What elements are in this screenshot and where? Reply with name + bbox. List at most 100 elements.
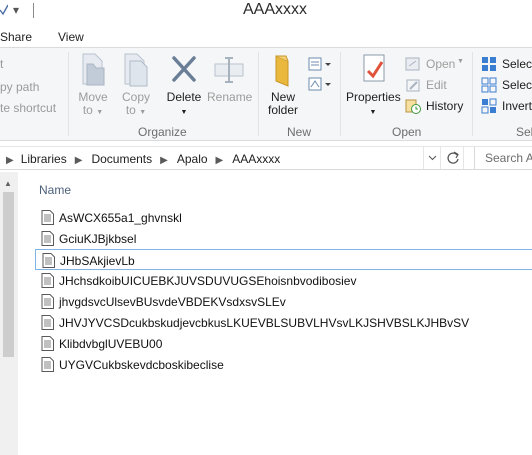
list-item-selected[interactable]: JHbSAkjievLb <box>35 249 532 270</box>
tab-share[interactable]: Share <box>0 30 32 44</box>
new-item-icon[interactable] <box>308 56 332 72</box>
select-all-label: Select <box>502 57 532 71</box>
properties-label: Properties <box>346 90 401 104</box>
select-all-icon <box>482 57 496 71</box>
scroll-up-arrow-icon[interactable]: ▲ <box>4 179 12 188</box>
group-separator <box>472 52 473 136</box>
properties-icon <box>363 54 385 82</box>
list-item[interactable]: JHchsdkoibUICUEBKJUVSDUVUGSEhoisnbvodibo… <box>35 270 532 291</box>
title-bar: ▾ AAAxxxx <box>0 0 532 25</box>
breadcrumb-arrow-icon[interactable]: ▶ <box>216 155 224 166</box>
delete-button[interactable]: Delete ▼ <box>164 52 204 119</box>
refresh-icon <box>447 151 459 164</box>
open-icon <box>405 57 420 71</box>
breadcrumb-libraries[interactable]: Libraries <box>21 152 67 166</box>
list-item[interactable]: UYGVCukbskevdcboskibeclise <box>35 354 532 375</box>
file-icon <box>41 210 54 225</box>
dropdown-caret-icon: ▼ <box>369 109 377 116</box>
new-group-label: New <box>287 125 312 139</box>
file-name: JHbSAkjievLb <box>60 254 135 268</box>
group-separator <box>68 52 69 136</box>
delete-label: Delete <box>166 90 202 104</box>
copy-to-label-2: to <box>125 103 136 117</box>
select-group-label: Sel <box>516 125 532 139</box>
edit-label: Edit <box>426 78 447 92</box>
rename-button[interactable]: Rename <box>207 52 253 104</box>
invert-selection-icon <box>481 98 497 114</box>
clipboard-item-paste-shortcut[interactable]: te shortcut <box>0 101 56 115</box>
move-to-button[interactable]: Move to ▼ <box>76 52 110 119</box>
file-icon <box>41 357 54 372</box>
select-none-icon <box>481 77 497 93</box>
invert-selection-label: Invert <box>502 99 532 113</box>
group-separator <box>340 52 341 136</box>
new-folder-button[interactable]: New folder <box>265 52 301 117</box>
list-item[interactable]: AsWCX655a1_ghvnskl <box>35 207 532 228</box>
column-header-name[interactable]: Name <box>39 183 71 197</box>
file-name: AsWCX655a1_ghvnskl <box>59 211 182 225</box>
history-label: History <box>426 99 464 113</box>
list-item[interactable]: KlibdvbglUVEBU00 <box>35 333 532 354</box>
list-item[interactable]: GciuKJBjkbsel <box>35 228 532 249</box>
edit-icon <box>406 79 420 92</box>
file-icon <box>41 273 54 288</box>
breadcrumb-apalo[interactable]: Apalo <box>177 152 208 166</box>
move-to-icon <box>82 53 105 86</box>
file-icon <box>42 253 55 268</box>
tab-view[interactable]: View <box>58 30 84 44</box>
title-separator <box>33 3 34 18</box>
group-separator <box>258 52 259 136</box>
dropdown-caret-icon: ▼ <box>139 109 147 116</box>
address-history-dropdown[interactable] <box>423 147 440 169</box>
chevron-down-icon <box>428 155 437 161</box>
clipboard-item-cut[interactable]: t <box>0 57 3 71</box>
file-name: GciuKJBjkbsel <box>59 232 137 246</box>
copy-to-button[interactable]: Copy to ▼ <box>119 52 153 119</box>
breadcrumb-arrow-icon[interactable]: ▶ <box>75 155 83 166</box>
scrollbar-thumb[interactable] <box>3 192 14 357</box>
easy-access-icon[interactable] <box>308 76 332 92</box>
ribbon-tabs: Share View <box>0 25 532 47</box>
history-icon <box>405 99 421 114</box>
search-input[interactable]: Search A <box>474 147 532 169</box>
delete-x-icon <box>172 56 196 82</box>
quick-access-pin-icon[interactable]: ▾ <box>13 4 19 16</box>
breadcrumb-current-folder[interactable]: AAAxxxx <box>232 152 280 166</box>
file-icon <box>41 294 54 309</box>
move-to-label-2: to <box>82 103 93 117</box>
breadcrumb[interactable]: ▶ Libraries ▶ Documents ▶ Apalo ▶ AAAxxxx <box>6 152 280 166</box>
dropdown-caret-icon: ▼ <box>96 109 104 116</box>
copy-to-icon <box>124 53 148 87</box>
clipboard-item-copy-path[interactable]: py path <box>0 80 39 94</box>
file-name: JHVJYVCSDcukbskudjevcbkusLKUEVBLSUBVLHVs… <box>59 316 470 330</box>
organize-group-label: Organize <box>138 125 187 139</box>
search-placeholder: Search A <box>485 151 532 165</box>
dropdown-caret-icon: ▼ <box>457 58 464 65</box>
vertical-scrollbar[interactable]: ▲ <box>0 172 18 455</box>
select-none-label: Select <box>502 78 532 92</box>
file-name: jhvgdsvcUlsevBUsvdeVBDEKVsdxsvSLEv <box>59 295 286 309</box>
rename-icon <box>214 57 244 83</box>
new-folder-icon <box>275 55 289 87</box>
window-title: AAAxxxx <box>243 1 308 18</box>
file-icon <box>41 336 54 351</box>
open-label: Open <box>426 57 456 71</box>
file-name: JHchsdkoibUICUEBKJUVSDUVUGSEhoisnbvodibo… <box>59 274 357 288</box>
checkbox-icon[interactable] <box>0 3 8 17</box>
open-group-label: Open <box>392 125 422 139</box>
dropdown-caret-icon: ▼ <box>180 109 188 116</box>
file-name: UYGVCukbskevdcboskibeclise <box>59 358 224 372</box>
breadcrumb-documents[interactable]: Documents <box>91 152 152 166</box>
list-item[interactable]: jhvgdsvcUlsevBUsvdeVBDEKVsdxsvSLEv <box>35 291 532 312</box>
breadcrumb-arrow-icon[interactable]: ▶ <box>160 155 168 166</box>
rename-label: Rename <box>207 90 253 104</box>
file-icon <box>41 315 54 330</box>
file-icon <box>41 231 54 246</box>
list-item[interactable]: JHVJYVCSDcukbskudjevcbkusLKUEVBLSUBVLHVs… <box>35 312 532 333</box>
ribbon: t py path te shortcut Move to ▼ Copy to … <box>0 47 532 141</box>
file-name: KlibdvbglUVEBU00 <box>59 337 163 351</box>
properties-button[interactable]: Properties ▼ <box>346 52 401 119</box>
address-bar: ▶ Libraries ▶ Documents ▶ Apalo ▶ AAAxxxx Searc… <box>0 146 532 170</box>
refresh-button[interactable] <box>440 147 464 169</box>
breadcrumb-arrow-icon[interactable]: ▶ <box>6 155 14 166</box>
